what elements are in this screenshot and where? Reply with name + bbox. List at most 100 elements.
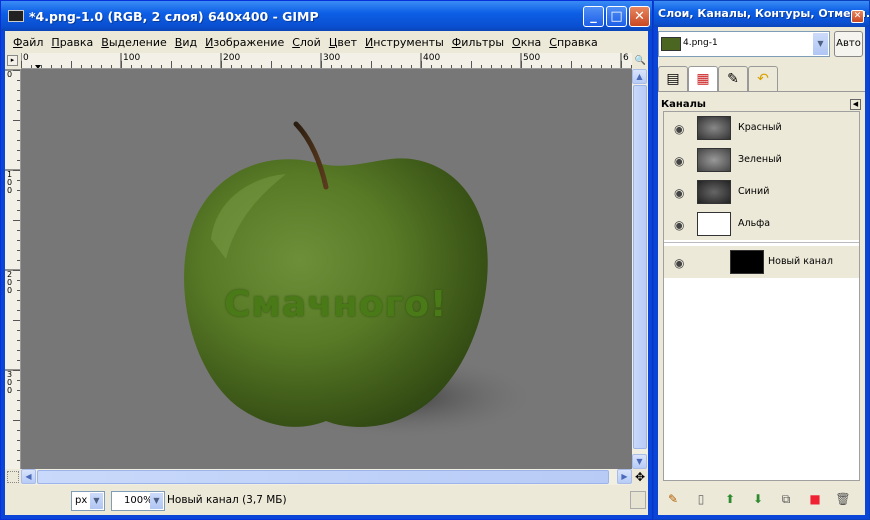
layers-icon: ▤ — [666, 71, 680, 87]
menu-select[interactable]: Выделение — [99, 33, 173, 53]
vertical-ruler: 0 100 200 300 — [5, 69, 21, 469]
maximize-button[interactable]: □ — [606, 6, 627, 27]
ruler-label: 0 — [23, 53, 29, 63]
channel-label: Синий — [738, 186, 770, 197]
unit-combo[interactable]: px ▼ — [71, 491, 105, 511]
eye-icon[interactable]: ◉ — [674, 186, 684, 200]
menu-file[interactable]: Файл — [11, 33, 49, 53]
eye-icon[interactable]: ◉ — [674, 154, 684, 168]
channel-thumbnail — [697, 180, 731, 204]
dock-title: Слои, Каналы, Контуры, Отмени... — [658, 7, 870, 20]
close-button[interactable]: ✕ — [629, 6, 650, 27]
ruler-label: 500 — [523, 53, 541, 63]
image-window-body: Файл Правка Выделение Вид Изображение Сл… — [5, 31, 648, 515]
ruler-label: 300 — [323, 53, 341, 63]
auto-button[interactable]: Авто — [834, 31, 863, 57]
quick-mask-toggle[interactable] — [7, 471, 19, 483]
tab-undo[interactable]: ↶ — [748, 66, 778, 92]
statusbar: px ▼ 100% ▼ Новый канал (3,7 МБ) — [5, 485, 648, 515]
ruler-label: 400 — [423, 53, 441, 63]
minimize-button[interactable]: _ — [583, 6, 604, 27]
tab-divider — [658, 91, 865, 92]
cancel-progress-button[interactable] — [630, 491, 646, 509]
channel-row-alpha[interactable]: ◉ Альфа — [664, 208, 859, 240]
vertical-scroll-thumb[interactable] — [633, 85, 647, 449]
image-selector[interactable]: 4.png-1 ▼ — [658, 31, 830, 57]
horizontal-ruler: 0 100 200 300 400 500 6 — [21, 53, 632, 69]
canvas-text: Смачного! — [224, 284, 448, 325]
menu-image[interactable]: Изображение — [203, 33, 290, 53]
menu-edit[interactable]: Правка — [49, 33, 99, 53]
menu-layer[interactable]: Слой — [290, 33, 327, 53]
chevron-down-icon: ▼ — [150, 493, 163, 509]
image-canvas[interactable]: Смачного! — [21, 69, 632, 469]
dock-body: 4.png-1 ▼ Авто ▤ ▦ ✎ ↶ Каналы ◀ ◉ Красны… — [658, 27, 865, 515]
scroll-left-button[interactable]: ◀ — [21, 469, 36, 484]
ruler-menu-button[interactable]: ▸ — [7, 55, 18, 66]
zoom-value: 100% — [124, 495, 153, 506]
horizontal-scrollbar[interactable]: ◀ ▶ — [21, 469, 632, 485]
paths-icon: ✎ — [727, 71, 739, 87]
unit-value: px — [75, 495, 88, 506]
new-channel-button[interactable]: ▯ — [692, 491, 710, 507]
channels-icon: ▦ — [696, 71, 710, 87]
menubar: Файл Правка Выделение Вид Изображение Сл… — [5, 33, 648, 53]
channel-thumbnail — [697, 116, 731, 140]
ruler-label: 300 — [7, 370, 13, 395]
channel-row-green[interactable]: ◉ Зеленый — [664, 144, 859, 176]
horizontal-scroll-thumb[interactable] — [37, 470, 609, 484]
vertical-scrollbar[interactable]: ▲ ▼ — [632, 69, 648, 469]
scroll-down-button[interactable]: ▼ — [632, 454, 647, 469]
channel-thumbnail — [697, 212, 731, 236]
dock-titlebar[interactable]: Слои, Каналы, Контуры, Отмени... ✕ — [654, 1, 869, 27]
list-separator — [664, 242, 859, 243]
ruler-label: 100 — [123, 53, 141, 63]
menu-windows[interactable]: Окна — [510, 33, 547, 53]
channel-label: Красный — [738, 122, 782, 133]
navigate-icon[interactable]: ✥ — [633, 470, 647, 484]
ruler-label: 200 — [7, 270, 13, 295]
channel-row-red[interactable]: ◉ Красный — [664, 112, 859, 144]
chevron-down-icon: ▼ — [813, 33, 828, 55]
duplicate-channel-button[interactable]: ⧉ — [777, 491, 795, 507]
channel-to-selection-button[interactable]: ■ — [806, 491, 824, 507]
menu-filters[interactable]: Фильтры — [450, 33, 510, 53]
channel-row-custom[interactable]: ◉ Новый канал — [664, 246, 859, 278]
eye-icon[interactable]: ◉ — [674, 256, 684, 270]
channel-row-blue[interactable]: ◉ Синий — [664, 176, 859, 208]
menu-tools[interactable]: Инструменты — [363, 33, 450, 53]
edit-channel-button[interactable]: ✎ — [664, 491, 682, 507]
lower-channel-button[interactable]: ⬇ — [749, 491, 767, 507]
menu-help[interactable]: Справка — [547, 33, 603, 53]
ruler-label: 200 — [223, 53, 241, 63]
zoom-on-resize-button[interactable]: 🔍 — [634, 55, 647, 67]
raise-channel-button[interactable]: ⬆ — [721, 491, 739, 507]
eye-icon[interactable]: ◉ — [674, 122, 684, 136]
status-message: Новый канал (3,7 МБ) — [167, 494, 287, 506]
channels-list: ◉ Красный ◉ Зеленый ◉ Синий ◉ Альфа ◉ Но… — [663, 111, 860, 481]
tab-channels[interactable]: ▦ — [688, 66, 718, 92]
tab-layers[interactable]: ▤ — [658, 66, 688, 92]
dock-window: Слои, Каналы, Контуры, Отмени... ✕ 4.png… — [653, 0, 870, 520]
zoom-combo[interactable]: 100% ▼ — [111, 491, 165, 511]
image-name: 4.png-1 — [683, 38, 718, 48]
dock-close-button[interactable]: ✕ — [851, 10, 864, 23]
tab-menu-button[interactable]: ◀ — [850, 99, 861, 110]
ruler-label: 6 — [623, 53, 629, 63]
scroll-up-button[interactable]: ▲ — [632, 69, 647, 84]
menu-color[interactable]: Цвет — [327, 33, 363, 53]
chevron-down-icon: ▼ — [90, 493, 103, 509]
tab-paths[interactable]: ✎ — [718, 66, 748, 92]
eye-icon[interactable]: ◉ — [674, 218, 684, 232]
menu-view[interactable]: Вид — [173, 33, 203, 53]
app-icon — [8, 10, 24, 22]
channel-label: Новый канал — [768, 256, 833, 267]
window-title: *4.png-1.0 (RGB, 2 слоя) 640x400 - GIMP — [29, 9, 319, 24]
image-window-titlebar[interactable]: *4.png-1.0 (RGB, 2 слоя) 640x400 - GIMP … — [1, 1, 652, 31]
ruler-label: 100 — [7, 170, 13, 195]
ruler-label: 0 — [7, 70, 13, 79]
scroll-right-button[interactable]: ▶ — [617, 469, 632, 484]
channel-thumbnail — [730, 250, 764, 274]
undo-icon: ↶ — [757, 71, 769, 87]
delete-channel-button[interactable]: 🗑 — [834, 491, 852, 507]
